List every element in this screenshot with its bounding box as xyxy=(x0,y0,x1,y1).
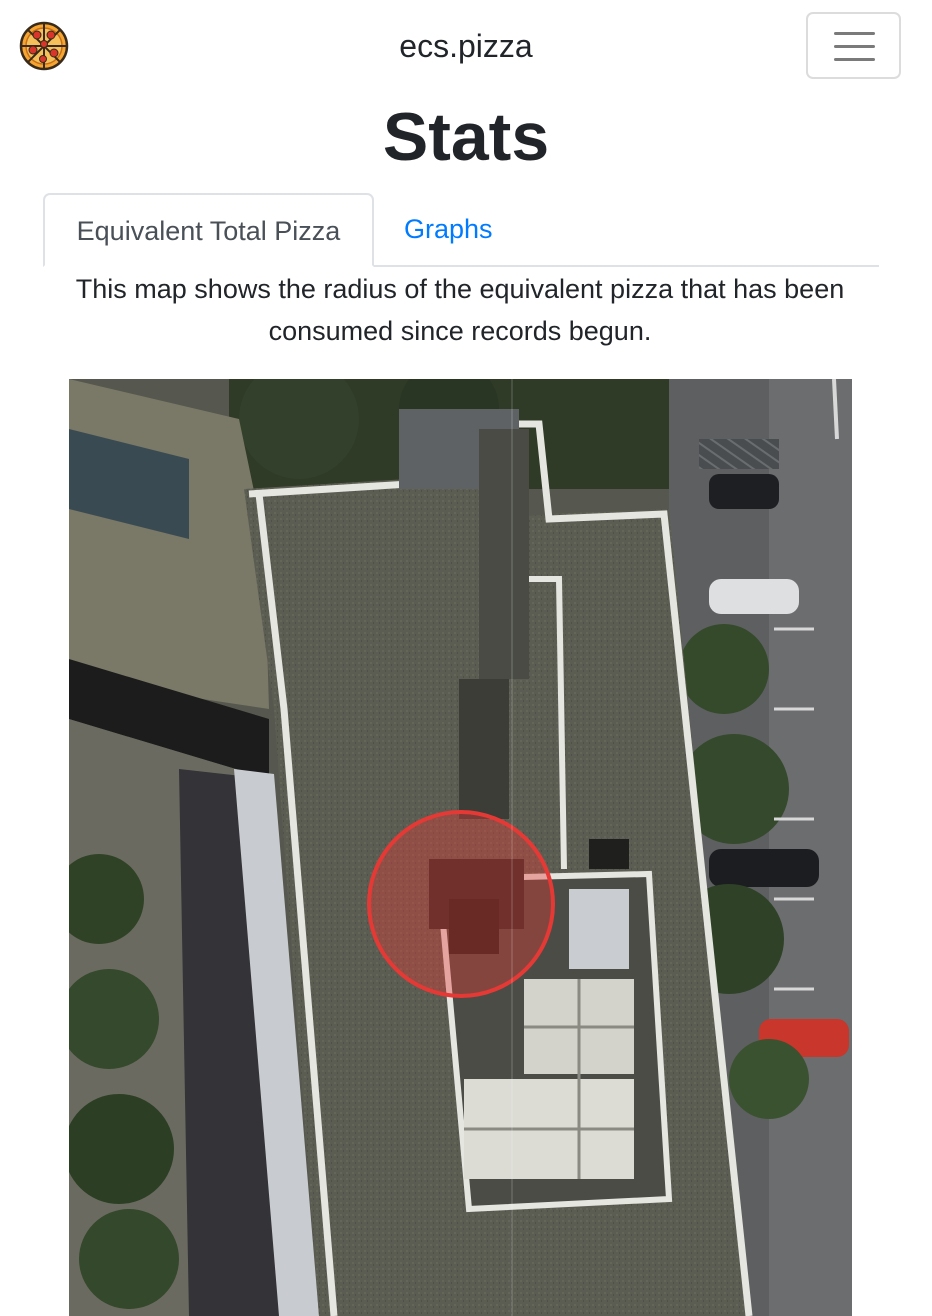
map-description: This map shows the radius of the equival… xyxy=(75,274,845,346)
tab-graphs[interactable]: Graphs xyxy=(404,193,493,267)
hamburger-line xyxy=(834,58,875,61)
hamburger-line xyxy=(834,45,875,48)
navbar: ecs.pizza xyxy=(0,0,932,92)
tab-equivalent-total-pizza[interactable]: Equivalent Total Pizza xyxy=(43,193,374,267)
satellite-map[interactable] xyxy=(69,379,852,1316)
hamburger-menu-icon xyxy=(834,32,875,35)
brand-name[interactable]: ecs.pizza xyxy=(0,26,932,66)
tab-bar: Equivalent Total Pizza Graphs xyxy=(43,193,879,267)
satellite-map-image xyxy=(69,379,852,1316)
page-title: Stats xyxy=(382,99,550,175)
navbar-toggle-button[interactable] xyxy=(806,12,901,79)
pizza-radius-circle[interactable] xyxy=(367,810,555,998)
